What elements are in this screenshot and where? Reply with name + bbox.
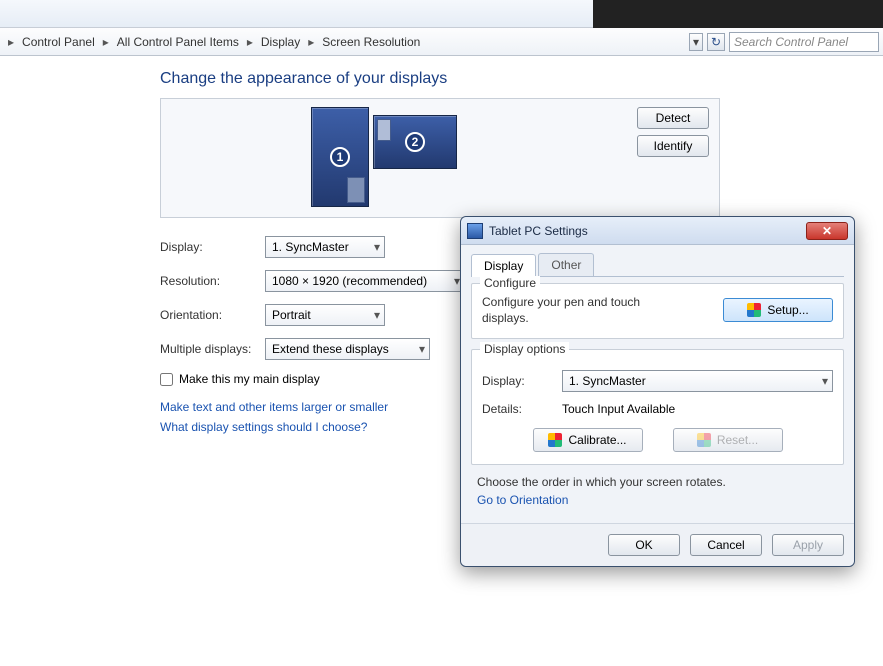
search-placeholder: Search Control Panel [734, 35, 848, 49]
resolution-combo[interactable]: 1080 × 1920 (recommended) [265, 270, 465, 292]
monitor-group: 1 2 [311, 107, 457, 207]
setup-button[interactable]: Setup... [723, 298, 833, 322]
multiple-displays-combo[interactable]: Extend these displays [265, 338, 430, 360]
multiple-displays-combo-value: Extend these displays [272, 342, 389, 356]
calibrate-button[interactable]: Calibrate... [533, 428, 643, 452]
options-display-combo[interactable]: 1. SyncMaster [562, 370, 833, 392]
detect-button[interactable]: Detect [637, 107, 709, 129]
options-display-combo-value: 1. SyncMaster [569, 374, 646, 388]
tab-other[interactable]: Other [538, 253, 594, 276]
configure-legend: Configure [480, 276, 540, 290]
page-title: Change the appearance of your displays [160, 70, 720, 88]
configure-text: Configure your pen and touch displays. [482, 294, 682, 326]
details-label: Details: [482, 402, 562, 416]
dialog-title-text: Tablet PC Settings [489, 224, 806, 238]
monitor-2-accent [377, 119, 391, 141]
main-display-checkbox-label: Make this my main display [179, 372, 320, 386]
dialog-titlebar[interactable]: Tablet PC Settings ✕ [461, 217, 854, 245]
resolution-combo-value: 1080 × 1920 (recommended) [272, 274, 427, 288]
dialog-icon [467, 223, 483, 239]
orientation-combo-value: Portrait [272, 308, 311, 322]
cancel-button[interactable]: Cancel [690, 534, 762, 556]
reset-button-label: Reset... [717, 433, 758, 447]
calibrate-button-label: Calibrate... [568, 433, 626, 447]
display-arrangement[interactable]: 1 2 Detect Identify [160, 98, 720, 218]
chevron-right-icon: ▸ [4, 35, 18, 49]
rotate-order-text: Choose the order in which your screen ro… [477, 475, 838, 489]
resolution-label: Resolution: [160, 274, 265, 288]
tab-display[interactable]: Display [471, 254, 536, 277]
monitor-1[interactable]: 1 [311, 107, 369, 207]
tablet-pc-settings-dialog: Tablet PC Settings ✕ Display Other Confi… [460, 216, 855, 567]
breadcrumb-display[interactable]: Display [257, 33, 304, 51]
window-chrome-dark [593, 0, 883, 28]
main-display-checkbox[interactable] [160, 373, 173, 386]
shield-icon [697, 433, 711, 447]
breadcrumb-dropdown[interactable]: ▾ [689, 33, 703, 51]
display-options-legend: Display options [480, 342, 569, 356]
display-options-group: Display options Display: 1. SyncMaster D… [471, 349, 844, 465]
search-input[interactable]: Search Control Panel [729, 32, 879, 52]
breadcrumb: ▸ Control Panel ▸ All Control Panel Item… [0, 28, 883, 56]
display-label: Display: [160, 240, 265, 254]
breadcrumb-control-panel[interactable]: Control Panel [18, 33, 99, 51]
chevron-right-icon: ▸ [243, 35, 257, 49]
details-value: Touch Input Available [562, 402, 833, 416]
orientation-combo[interactable]: Portrait [265, 304, 385, 326]
breadcrumb-all-items[interactable]: All Control Panel Items [113, 33, 243, 51]
configure-group: Configure Configure your pen and touch d… [471, 283, 844, 339]
options-display-label: Display: [482, 374, 562, 388]
chevron-right-icon: ▸ [99, 35, 113, 49]
monitor-1-accent [347, 177, 365, 203]
monitor-1-badge: 1 [330, 147, 350, 167]
display-combo-value: 1. SyncMaster [272, 240, 349, 254]
close-button[interactable]: ✕ [806, 222, 848, 240]
tabstrip: Display Other [471, 253, 844, 277]
identify-button[interactable]: Identify [637, 135, 709, 157]
multiple-displays-label: Multiple displays: [160, 342, 265, 356]
shield-icon [548, 433, 562, 447]
go-to-orientation-link[interactable]: Go to Orientation [477, 493, 844, 507]
display-combo[interactable]: 1. SyncMaster [265, 236, 385, 258]
shield-icon [747, 303, 761, 317]
chevron-right-icon: ▸ [304, 35, 318, 49]
breadcrumb-screen-resolution[interactable]: Screen Resolution [318, 33, 424, 51]
ok-button[interactable]: OK [608, 534, 680, 556]
monitor-2-badge: 2 [405, 132, 425, 152]
apply-button: Apply [772, 534, 844, 556]
monitor-2[interactable]: 2 [373, 115, 457, 169]
orientation-label: Orientation: [160, 308, 265, 322]
reset-button: Reset... [673, 428, 783, 452]
refresh-icon[interactable]: ↻ [707, 33, 725, 51]
setup-button-label: Setup... [767, 303, 808, 317]
dialog-footer: OK Cancel Apply [461, 523, 854, 566]
